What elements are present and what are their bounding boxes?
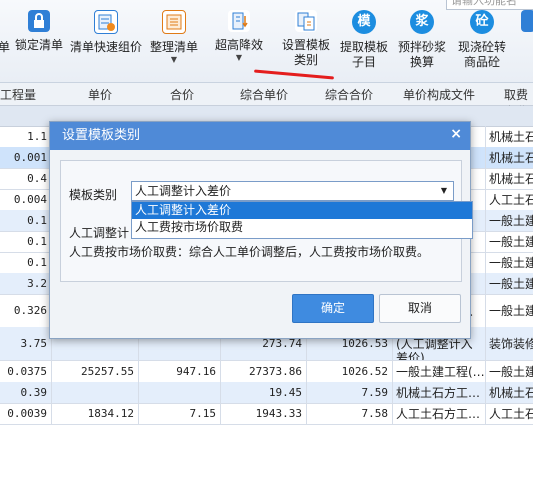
cell-ctotal[interactable]: 7.59 <box>307 382 393 403</box>
concrete-convert-button[interactable]: 砼 现浇砼转 商品砼 <box>452 10 512 70</box>
height-icon <box>228 10 250 32</box>
cell-ctotal[interactable]: 1026.52 <box>307 360 393 382</box>
mortar-icon: 浆 <box>410 10 434 34</box>
cell-price[interactable]: 25257.55 <box>52 360 139 382</box>
close-icon[interactable]: × <box>450 126 462 142</box>
cell-fee[interactable]: 机械土石 <box>486 147 533 168</box>
concrete-icon: 砼 <box>470 10 494 34</box>
dialog-body: 模板类别 人工调整计入差价 ▼ 人工调整计入差价 人工费按市场价取费 人工调整计… <box>60 160 473 282</box>
cell-ctotal[interactable]: 7.58 <box>307 403 393 424</box>
cell-qty[interactable]: 0.004 <box>0 189 52 210</box>
toolbar-label: 超高降效 <box>214 38 263 52</box>
cell-qty[interactable]: 0.326 <box>0 294 52 327</box>
cell-fee[interactable]: 人工土石 <box>486 403 533 424</box>
cell-cprice[interactable]: 1943.33 <box>221 403 307 424</box>
cell-fee[interactable]: 装饰装修 <box>486 327 533 360</box>
cell-fee[interactable]: 一般土建 <box>486 252 533 273</box>
ok-button[interactable]: 确定 <box>292 294 374 323</box>
toolbar-label: 设置模板 类别 <box>281 38 330 67</box>
chevron-down-icon[interactable]: ▼ <box>441 182 447 200</box>
cell-fee[interactable]: 人工土石 <box>486 189 533 210</box>
cell-total[interactable] <box>139 382 221 403</box>
toolbar-partial-item: 单 <box>0 40 11 54</box>
mortar-convert-button[interactable]: 浆 预拌砂浆 换算 <box>394 10 450 70</box>
cell-fee[interactable]: 一般土建 <box>486 273 533 294</box>
cell-price[interactable] <box>52 382 139 403</box>
cell-fee[interactable]: 一般土建 <box>486 360 533 382</box>
cell-qty[interactable]: 1.1 <box>0 126 52 147</box>
cell-fee[interactable]: 一般土建 <box>486 294 533 327</box>
cancel-button[interactable]: 取消 <box>379 294 461 323</box>
category-label: 模板类别 <box>69 188 118 202</box>
col-header-qty[interactable]: 工程量 <box>0 86 36 103</box>
chevron-down-icon: ▼ <box>170 55 178 64</box>
col-header-cprice[interactable]: 综合单价 <box>240 86 288 103</box>
table-row[interactable]: 0.0375 25257.55 947.16 27373.86 1026.52 一般土建工… <box>0 360 533 383</box>
toolbar-label: 提取模板 子目 <box>339 40 388 69</box>
annotation-underline <box>254 69 334 80</box>
col-header-total[interactable]: 合价 <box>170 86 194 103</box>
set-template-category-dialog: 设置模板类别 × 模板类别 人工调整计入差价 ▼ 人工调整计入差价 人工费按市场… <box>49 121 473 339</box>
cell-qty[interactable]: 0.001 <box>0 147 52 168</box>
organize-icon <box>162 10 186 34</box>
cell-fee[interactable]: 机械土石 <box>486 382 533 403</box>
cell-qty[interactable]: 0.1 <box>0 231 52 252</box>
cell-cprice[interactable]: 19.45 <box>221 382 307 403</box>
cell-total[interactable]: 947.16 <box>139 360 221 382</box>
cell-file[interactable]: 一般土建工程(… <box>393 360 486 382</box>
cell-fee[interactable]: 机械土石 <box>486 126 533 147</box>
lock-list-button[interactable]: 锁定清单 <box>14 10 64 53</box>
cell-price[interactable]: 1834.12 <box>52 403 139 424</box>
chevron-down-icon: ▼ <box>235 53 243 62</box>
category-desc-name: 人工调整计 <box>69 226 130 240</box>
cell-qty[interactable]: 0.1 <box>0 210 52 231</box>
lock-icon <box>28 10 50 32</box>
cell-qty[interactable]: 0.39 <box>0 382 52 403</box>
toolbar-label: 清单快速组价 <box>70 40 143 54</box>
dropdown-option[interactable]: 人工费按市场价取费 <box>132 219 472 236</box>
toolbar-label: 锁定清单 <box>14 38 63 52</box>
toolbar-label: 现浇砼转 商品砼 <box>457 40 506 69</box>
grid-header: 工程量 单价 合价 综合单价 综合合价 单价构成文件 取费专业 <box>0 83 533 119</box>
cell-qty[interactable]: 3.75 <box>0 327 52 360</box>
cell-file[interactable]: 机械土石方工… <box>393 382 486 403</box>
height-efficiency-button[interactable]: 超高降效 ▼ <box>213 10 265 63</box>
cell-qty[interactable]: 0.4 <box>0 168 52 189</box>
cell-qty[interactable]: 0.0039 <box>0 403 52 424</box>
cell-fee[interactable]: 一般土建 <box>486 210 533 231</box>
toolbar: 请输入功能名 单 锁定清单 清单快速组价 整理清单 ▼ 超高降效 ▼ 设置模板 … <box>0 0 533 83</box>
category-select[interactable]: 人工调整计入差价 ▼ <box>131 181 454 201</box>
overflow-icon <box>521 10 533 32</box>
dropdown-option[interactable]: 人工调整计入差价 <box>132 202 472 219</box>
extract-template-button[interactable]: 模 提取模板 子目 <box>336 10 392 70</box>
organize-list-button[interactable]: 整理清单 ▼ <box>148 10 200 65</box>
extract-icon: 模 <box>352 10 376 34</box>
set-template-category-button[interactable]: 设置模板 类别 <box>276 10 336 68</box>
cell-file[interactable]: 人工土石方工… <box>393 403 486 424</box>
toolbar-overflow-item[interactable] <box>518 10 533 32</box>
quick-price-button[interactable]: 清单快速组价 <box>70 10 142 55</box>
cell-qty[interactable]: 0.0375 <box>0 360 52 382</box>
dialog-title: 设置模板类别 <box>50 122 470 150</box>
quick-price-icon <box>94 10 118 34</box>
cell-qty[interactable]: 0.1 <box>0 252 52 273</box>
cell-qty[interactable]: 3.2 <box>0 273 52 294</box>
search-input[interactable]: 请输入功能名 <box>446 0 533 10</box>
template-icon <box>295 10 317 32</box>
cell-fee[interactable]: 机械土石 <box>486 168 533 189</box>
table-row[interactable]: 0.0039 1834.12 7.15 1943.33 7.58 人工土石方工… 人工土石 <box>0 403 533 425</box>
col-header-file[interactable]: 单价构成文件 <box>403 86 475 103</box>
cell-fee[interactable]: 一般土建 <box>486 231 533 252</box>
category-selected-value: 人工调整计入差价 <box>135 184 232 198</box>
cell-total[interactable]: 7.15 <box>139 403 221 424</box>
col-header-ctotal[interactable]: 综合合价 <box>325 86 373 103</box>
toolbar-label: 整理清单 <box>149 40 198 54</box>
category-desc-text: 人工费按市场价取费：综合人工单价调整后，人工费按市场价取费。 <box>69 245 430 259</box>
table-row[interactable]: 0.39 19.45 7.59 机械土石方工… 机械土石 <box>0 382 533 404</box>
category-dropdown-list: 人工调整计入差价 人工费按市场价取费 <box>131 201 473 239</box>
toolbar-label: 预拌砂浆 换算 <box>397 40 446 69</box>
col-header-price[interactable]: 单价 <box>88 86 112 103</box>
cell-cprice[interactable]: 27373.86 <box>221 360 307 382</box>
